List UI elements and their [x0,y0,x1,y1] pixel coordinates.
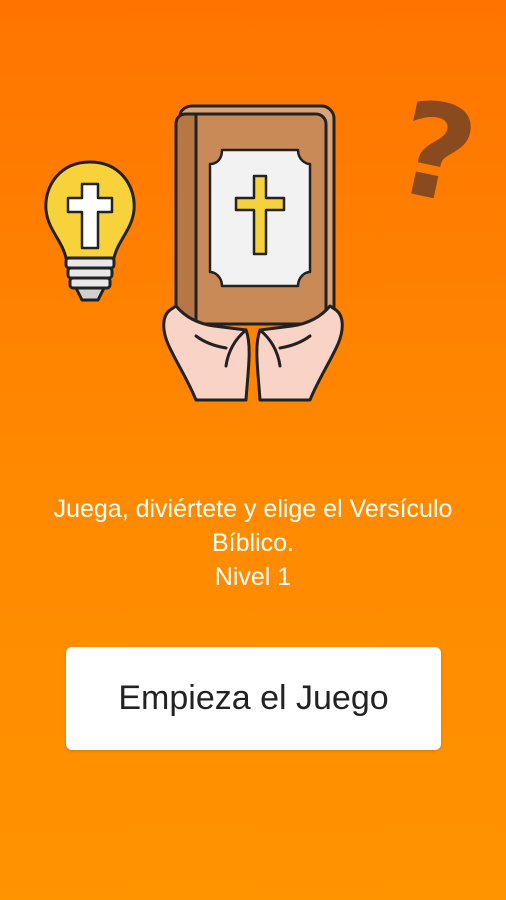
svg-text:?: ? [383,71,488,235]
level-label: Nivel 1 [214,563,292,591]
intro-line-1: Juega, diviértete y elige el Versículo [53,495,453,523]
bible-book-icon [174,104,336,326]
lightbulb-cross-icon [44,160,136,302]
intro-text: Juega, diviértete y elige el Versículo B… [0,492,506,594]
intro-line-2: Bíblico. [212,529,294,557]
hero-illustration: ? [0,0,506,420]
start-game-button[interactable]: Empieza el Juego [66,647,441,750]
question-mark-icon: ? [383,71,488,235]
